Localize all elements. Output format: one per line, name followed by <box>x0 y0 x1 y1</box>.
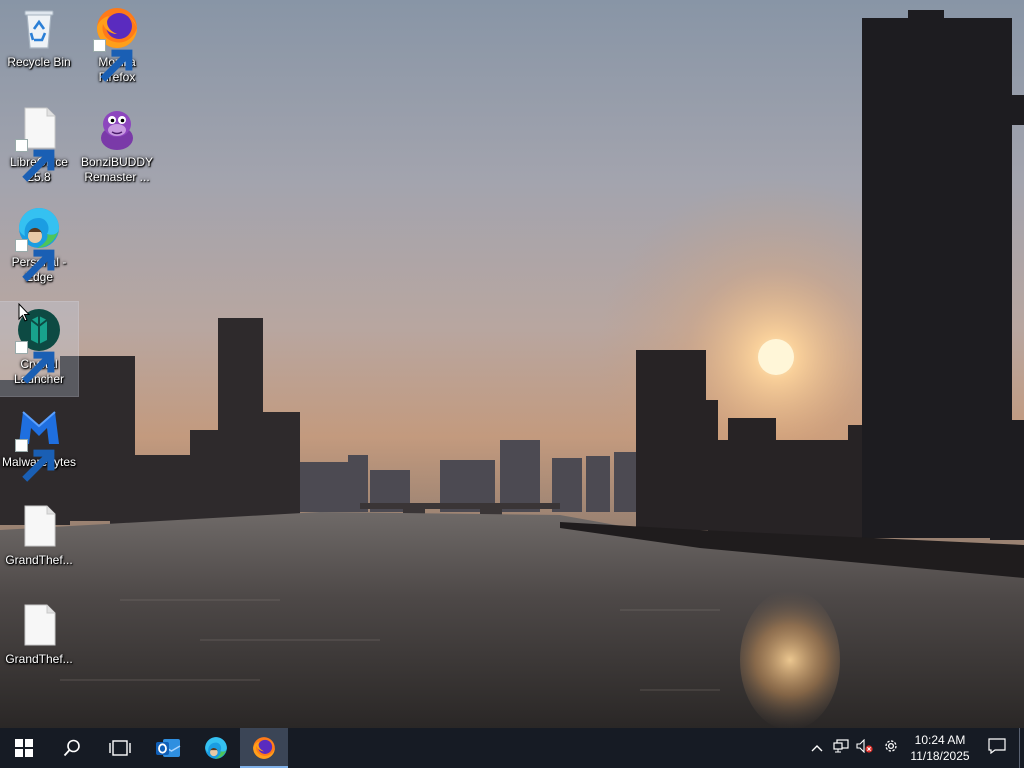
start-button[interactable] <box>0 728 48 768</box>
taskbar-clock[interactable]: 10:24 AM 11/18/2025 <box>905 728 975 768</box>
task-view-button[interactable] <box>96 728 144 768</box>
volume-muted-icon <box>856 738 874 758</box>
taskbar: 10:24 AM 11/18/2025 <box>0 728 1024 768</box>
outlook-icon <box>155 736 181 760</box>
shortcut-arrow-icon <box>15 439 55 482</box>
desktop-icon-bonzibuddy[interactable]: BonziBUDDY Remaster ... <box>78 100 156 194</box>
clock-date: 11/18/2025 <box>910 749 970 763</box>
firefox-icon <box>251 735 277 761</box>
taskbar-outlook-button[interactable] <box>144 728 192 768</box>
tray-volume-button[interactable] <box>853 728 877 768</box>
taskbar-edge-button[interactable] <box>192 728 240 768</box>
chevron-up-icon <box>811 739 823 757</box>
show-desktop-button[interactable] <box>1019 728 1024 768</box>
firefox-icon <box>93 4 141 82</box>
desktop-icon-firefox[interactable]: Mozilla Firefox <box>78 0 156 94</box>
desktop-icon-file-2[interactable]: GrandThef... <box>0 597 78 691</box>
desktop-icon-label: Recycle Bin <box>7 55 71 69</box>
tray-settings-button[interactable] <box>877 728 905 768</box>
desktop-icon-malwarebytes[interactable]: Malwarebytes <box>0 400 78 494</box>
desktop-icon-label: BonziBUDDY Remaster ... <box>80 155 154 184</box>
search-button[interactable] <box>48 728 96 768</box>
blank-file-icon <box>15 601 63 649</box>
gear-icon <box>883 738 899 759</box>
tray-network-button[interactable] <box>829 728 853 768</box>
desktop-icon-recycle-bin[interactable]: Recycle Bin <box>0 0 78 94</box>
search-icon <box>63 739 81 757</box>
windows-logo-icon <box>15 739 33 757</box>
notification-icon <box>988 737 1006 759</box>
desktop-icon-libreoffice[interactable]: LibreOffice 25.8 <box>0 100 78 194</box>
shortcut-arrow-icon <box>15 139 55 182</box>
action-center-button[interactable] <box>975 728 1019 768</box>
tray-overflow-button[interactable] <box>805 728 829 768</box>
shortcut-arrow-icon <box>15 341 55 384</box>
malwarebytes-icon <box>15 404 63 482</box>
task-view-icon <box>109 740 131 756</box>
desktop-icon-label: GrandThef... <box>5 553 73 567</box>
system-tray: 10:24 AM 11/18/2025 <box>805 728 1024 768</box>
network-icon <box>833 738 849 758</box>
recycle-bin-icon <box>15 4 63 52</box>
shortcut-arrow-icon <box>93 39 133 82</box>
mouse-cursor-icon <box>18 302 31 322</box>
desktop-icon-personal-edge[interactable]: Personal - Edge <box>0 200 78 294</box>
edge-icon <box>15 204 63 282</box>
taskbar-firefox-button[interactable] <box>240 728 288 768</box>
libreoffice-icon <box>15 104 63 182</box>
shortcut-arrow-icon <box>15 239 55 282</box>
desktop-icon-label: GrandThef... <box>5 652 73 666</box>
blank-file-icon <box>15 502 63 550</box>
purple-gorilla-icon <box>93 104 141 152</box>
desktop-icon-file-1[interactable]: GrandThef... <box>0 498 78 592</box>
clock-time: 10:24 AM <box>914 733 966 747</box>
desktop-icon-crystal-launcher[interactable]: Crystal Launcher <box>0 301 79 397</box>
edge-icon <box>203 735 229 761</box>
